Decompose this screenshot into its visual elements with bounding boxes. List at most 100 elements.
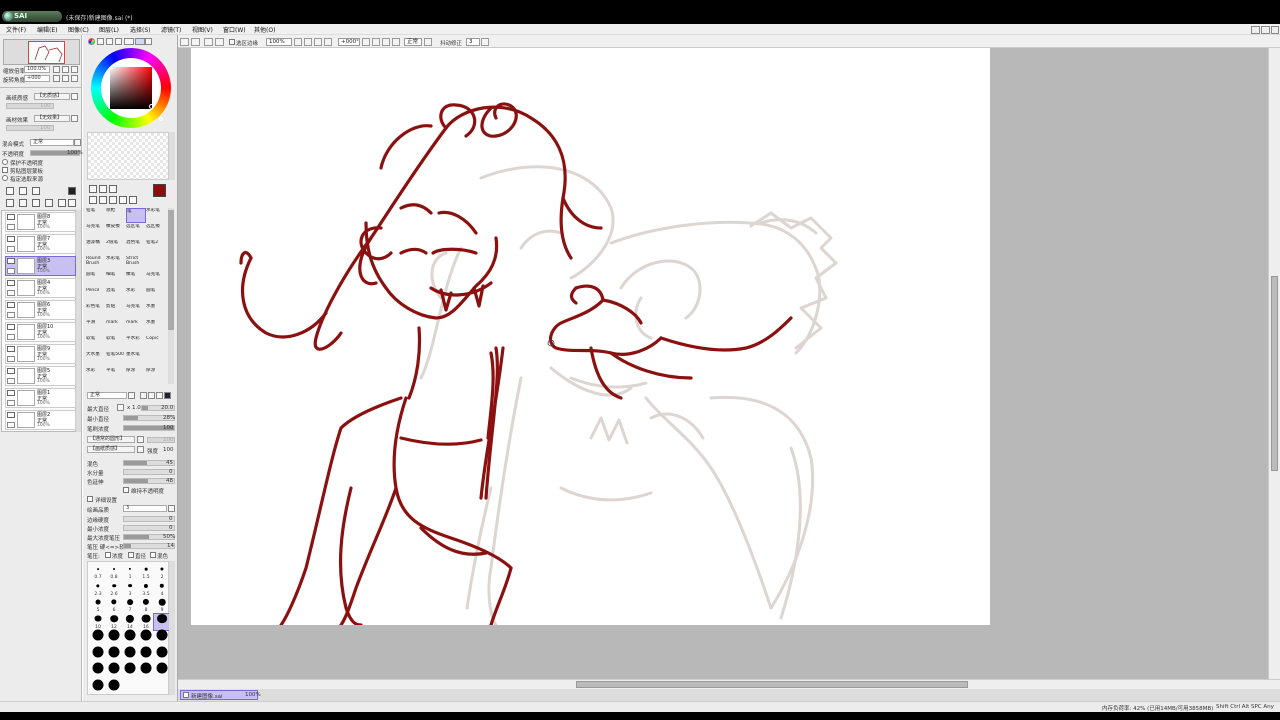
pressure-density-checkbox[interactable] <box>105 552 111 558</box>
brush-tool-7-2[interactable]: mark <box>126 320 146 335</box>
zoom-fit-icon[interactable] <box>324 38 332 46</box>
chevron-down-icon[interactable] <box>71 93 78 100</box>
brush-size-0.8[interactable]: 0.8 <box>106 564 122 580</box>
transfer-down-icon[interactable] <box>6 199 14 207</box>
zoom-field[interactable]: 100.0% <box>24 66 50 73</box>
layer-item[interactable]: 图层10 正常 100% <box>5 322 76 342</box>
size-palette-scrollbar[interactable] <box>169 561 175 695</box>
brush-tool-3-2[interactable]: Strict Brush <box>126 256 146 271</box>
menu-layer[interactable]: 图层(L) <box>99 25 119 34</box>
deselect-button[interactable] <box>204 38 213 46</box>
selection-source-checkbox[interactable] <box>2 175 8 181</box>
brush-tool-5-2[interactable]: 水彩 <box>126 288 146 303</box>
brush-tool-4-2[interactable]: 橡笔 <box>126 272 146 287</box>
brush-size-120[interactable] <box>154 646 170 663</box>
brush-tool-7-3[interactable]: 水墨 <box>146 320 166 335</box>
brush-tool-9-3[interactable] <box>146 352 166 367</box>
layer-item[interactable]: 图层5 正常 100% <box>5 366 76 386</box>
rotate-left-button[interactable] <box>53 75 60 82</box>
color-wheel[interactable] <box>91 48 171 128</box>
brush-size-5[interactable]: 5 <box>90 597 106 613</box>
chevron-down-icon[interactable] <box>137 446 144 453</box>
brush-tool-9-0[interactable]: 大水墨 <box>86 352 106 367</box>
brush-size-70[interactable] <box>106 646 122 663</box>
eye-icon[interactable] <box>7 302 15 308</box>
menu-image[interactable]: 图像(C) <box>68 25 89 34</box>
flip-icon[interactable] <box>424 38 432 46</box>
paper-texture-select[interactable]: 【无质感】 <box>34 93 70 100</box>
brush-size-250[interactable] <box>122 662 138 679</box>
brush-size-300[interactable] <box>138 662 154 679</box>
rotate-reset-button[interactable] <box>71 75 78 82</box>
detail-settings-checkbox[interactable] <box>87 496 93 502</box>
brush-size-400[interactable] <box>90 679 106 696</box>
brush-size-10[interactable]: 10 <box>90 614 106 630</box>
brush-tool-5-0[interactable]: Pencil <box>86 288 106 303</box>
brush-size-4[interactable]: 4 <box>154 581 170 597</box>
zoom-in-button[interactable] <box>62 66 69 73</box>
brush-tool-7-1[interactable]: mark <box>106 320 126 335</box>
brush-tool-6-1[interactable]: 剪贴 <box>106 304 126 319</box>
delete-layer-icon[interactable] <box>45 199 53 207</box>
layer-item[interactable]: 图层4 正常 100% <box>5 278 76 298</box>
lock-icon[interactable] <box>7 246 15 252</box>
brush-tool-9-1[interactable]: 铅笔500 <box>106 352 126 367</box>
lock-icon[interactable] <box>7 400 15 406</box>
lock-icon[interactable] <box>7 224 15 230</box>
brush-tool-2-3[interactable]: 铅笔2 <box>146 240 166 255</box>
brush-shape-select[interactable]: 【通常的圆形】 <box>87 436 135 443</box>
angle-field[interactable]: +000 <box>24 75 50 82</box>
merge-down-icon[interactable] <box>19 199 27 207</box>
lock-icon[interactable] <box>7 268 15 274</box>
menu-select[interactable]: 选择(S) <box>130 25 151 34</box>
brush-size-12[interactable]: 12 <box>106 614 122 630</box>
brush-size-2.3[interactable]: 2.3 <box>90 581 106 597</box>
brush-tool-4-0[interactable]: 圆笔 <box>86 272 106 287</box>
brush-tool-0-1[interactable]: 喷枪 <box>106 208 126 223</box>
brush-size-40[interactable] <box>138 629 154 646</box>
water-slider[interactable] <box>123 469 175 475</box>
brush-size-50[interactable] <box>154 629 170 646</box>
saturation-value-square[interactable] <box>110 67 152 109</box>
brush-tool-4-1[interactable]: 细笔 <box>106 272 126 287</box>
zoom-out-button[interactable] <box>53 66 60 73</box>
scratchpad-icon[interactable] <box>135 38 145 45</box>
brush-tool-4-3[interactable]: 马克笔 <box>146 272 166 287</box>
eye-icon[interactable] <box>7 236 15 242</box>
mask-icon[interactable] <box>68 187 76 195</box>
tool-grid-scrollbar[interactable] <box>168 208 174 384</box>
eye-icon[interactable] <box>7 214 15 220</box>
undo-button[interactable] <box>180 38 189 46</box>
rotate-reset-icon[interactable] <box>392 38 400 46</box>
brush-tool-6-3[interactable]: 水墨 <box>146 304 166 319</box>
toolbar-angle-field[interactable]: +000° <box>338 38 360 46</box>
eye-icon[interactable] <box>7 390 15 396</box>
eye-icon[interactable] <box>7 412 15 418</box>
brush-tool-10-2[interactable]: 厚涂 <box>126 368 146 383</box>
artboard[interactable] <box>191 48 990 627</box>
eye-icon[interactable] <box>7 368 15 374</box>
brush-tool-2-1[interactable]: 2值笔 <box>106 240 126 255</box>
chevron-down-icon[interactable] <box>71 115 78 122</box>
invert-selection-button[interactable] <box>215 38 224 46</box>
chevron-down-icon[interactable] <box>481 38 489 46</box>
brush-size-160[interactable] <box>90 662 106 679</box>
brush-size-9[interactable]: 9 <box>154 597 170 613</box>
menu-file[interactable]: 文件(F) <box>6 25 26 34</box>
layer-item[interactable]: 图层1 正常 100% <box>5 388 76 408</box>
brush-size-30[interactable] <box>106 629 122 646</box>
rotate-ccw-icon[interactable] <box>372 38 380 46</box>
minimize-button[interactable] <box>1251 26 1260 34</box>
layer-item[interactable]: 图层8 正常 100% <box>5 212 76 232</box>
new-layer-icon[interactable] <box>6 187 14 195</box>
brush-tool-0-2[interactable]: 笔 <box>126 208 146 223</box>
size-lock-icon[interactable] <box>117 404 124 411</box>
menu-view[interactable]: 视图(V) <box>192 25 213 34</box>
brush-tool-1-3[interactable]: 选区擦 <box>146 224 166 239</box>
angle-dropdown-icon[interactable] <box>362 38 370 46</box>
hsv-slider-icon[interactable] <box>106 38 113 45</box>
brush-size-3[interactable]: 3 <box>122 581 138 597</box>
keep-opacity-checkbox[interactable] <box>123 487 129 493</box>
color-wheel-mode-icon[interactable] <box>88 38 95 45</box>
brush-size-500[interactable] <box>106 679 122 696</box>
